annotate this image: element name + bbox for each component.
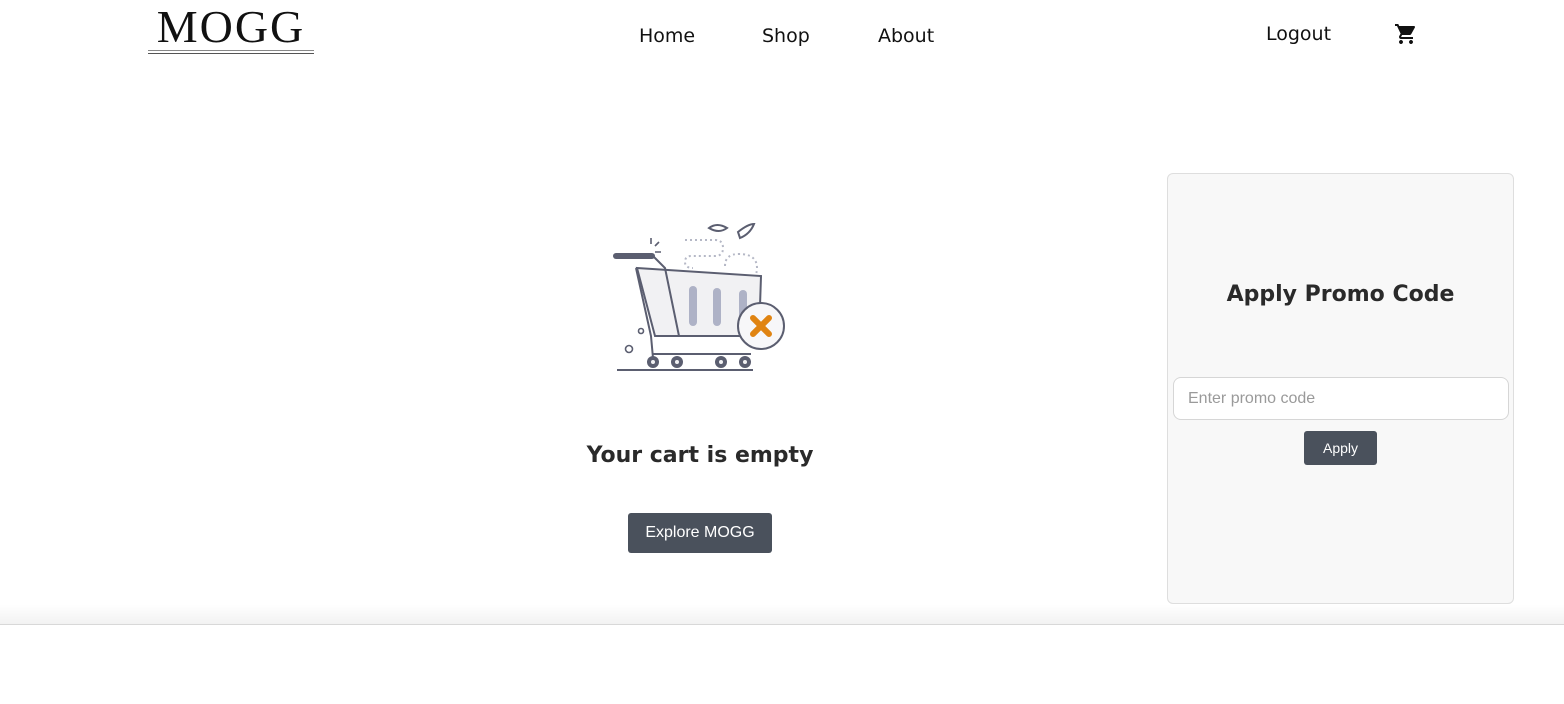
nav-about[interactable]: About	[878, 24, 934, 48]
cart-page: MOGG Home Shop About Logout Your cart is…	[0, 0, 1564, 704]
promo-title: Apply Promo Code	[1226, 282, 1455, 307]
nav-shop[interactable]: Shop	[762, 24, 810, 48]
footer-divider	[0, 624, 1564, 625]
empty-cart-message: Your cart is empty	[586, 443, 814, 468]
explore-button[interactable]: Explore MOGG	[628, 513, 772, 553]
shopping-cart-icon[interactable]	[1394, 22, 1418, 46]
promo-code-input[interactable]	[1173, 377, 1509, 420]
logo[interactable]: MOGG	[148, 4, 314, 54]
apply-button[interactable]: Apply	[1304, 431, 1377, 465]
promo-card: Apply Promo Code Apply	[1167, 173, 1514, 604]
empty-cart-illustration	[603, 218, 803, 378]
nav-home[interactable]: Home	[639, 24, 695, 48]
footer-shadow	[0, 604, 1564, 624]
logout-link[interactable]: Logout	[1266, 22, 1331, 46]
